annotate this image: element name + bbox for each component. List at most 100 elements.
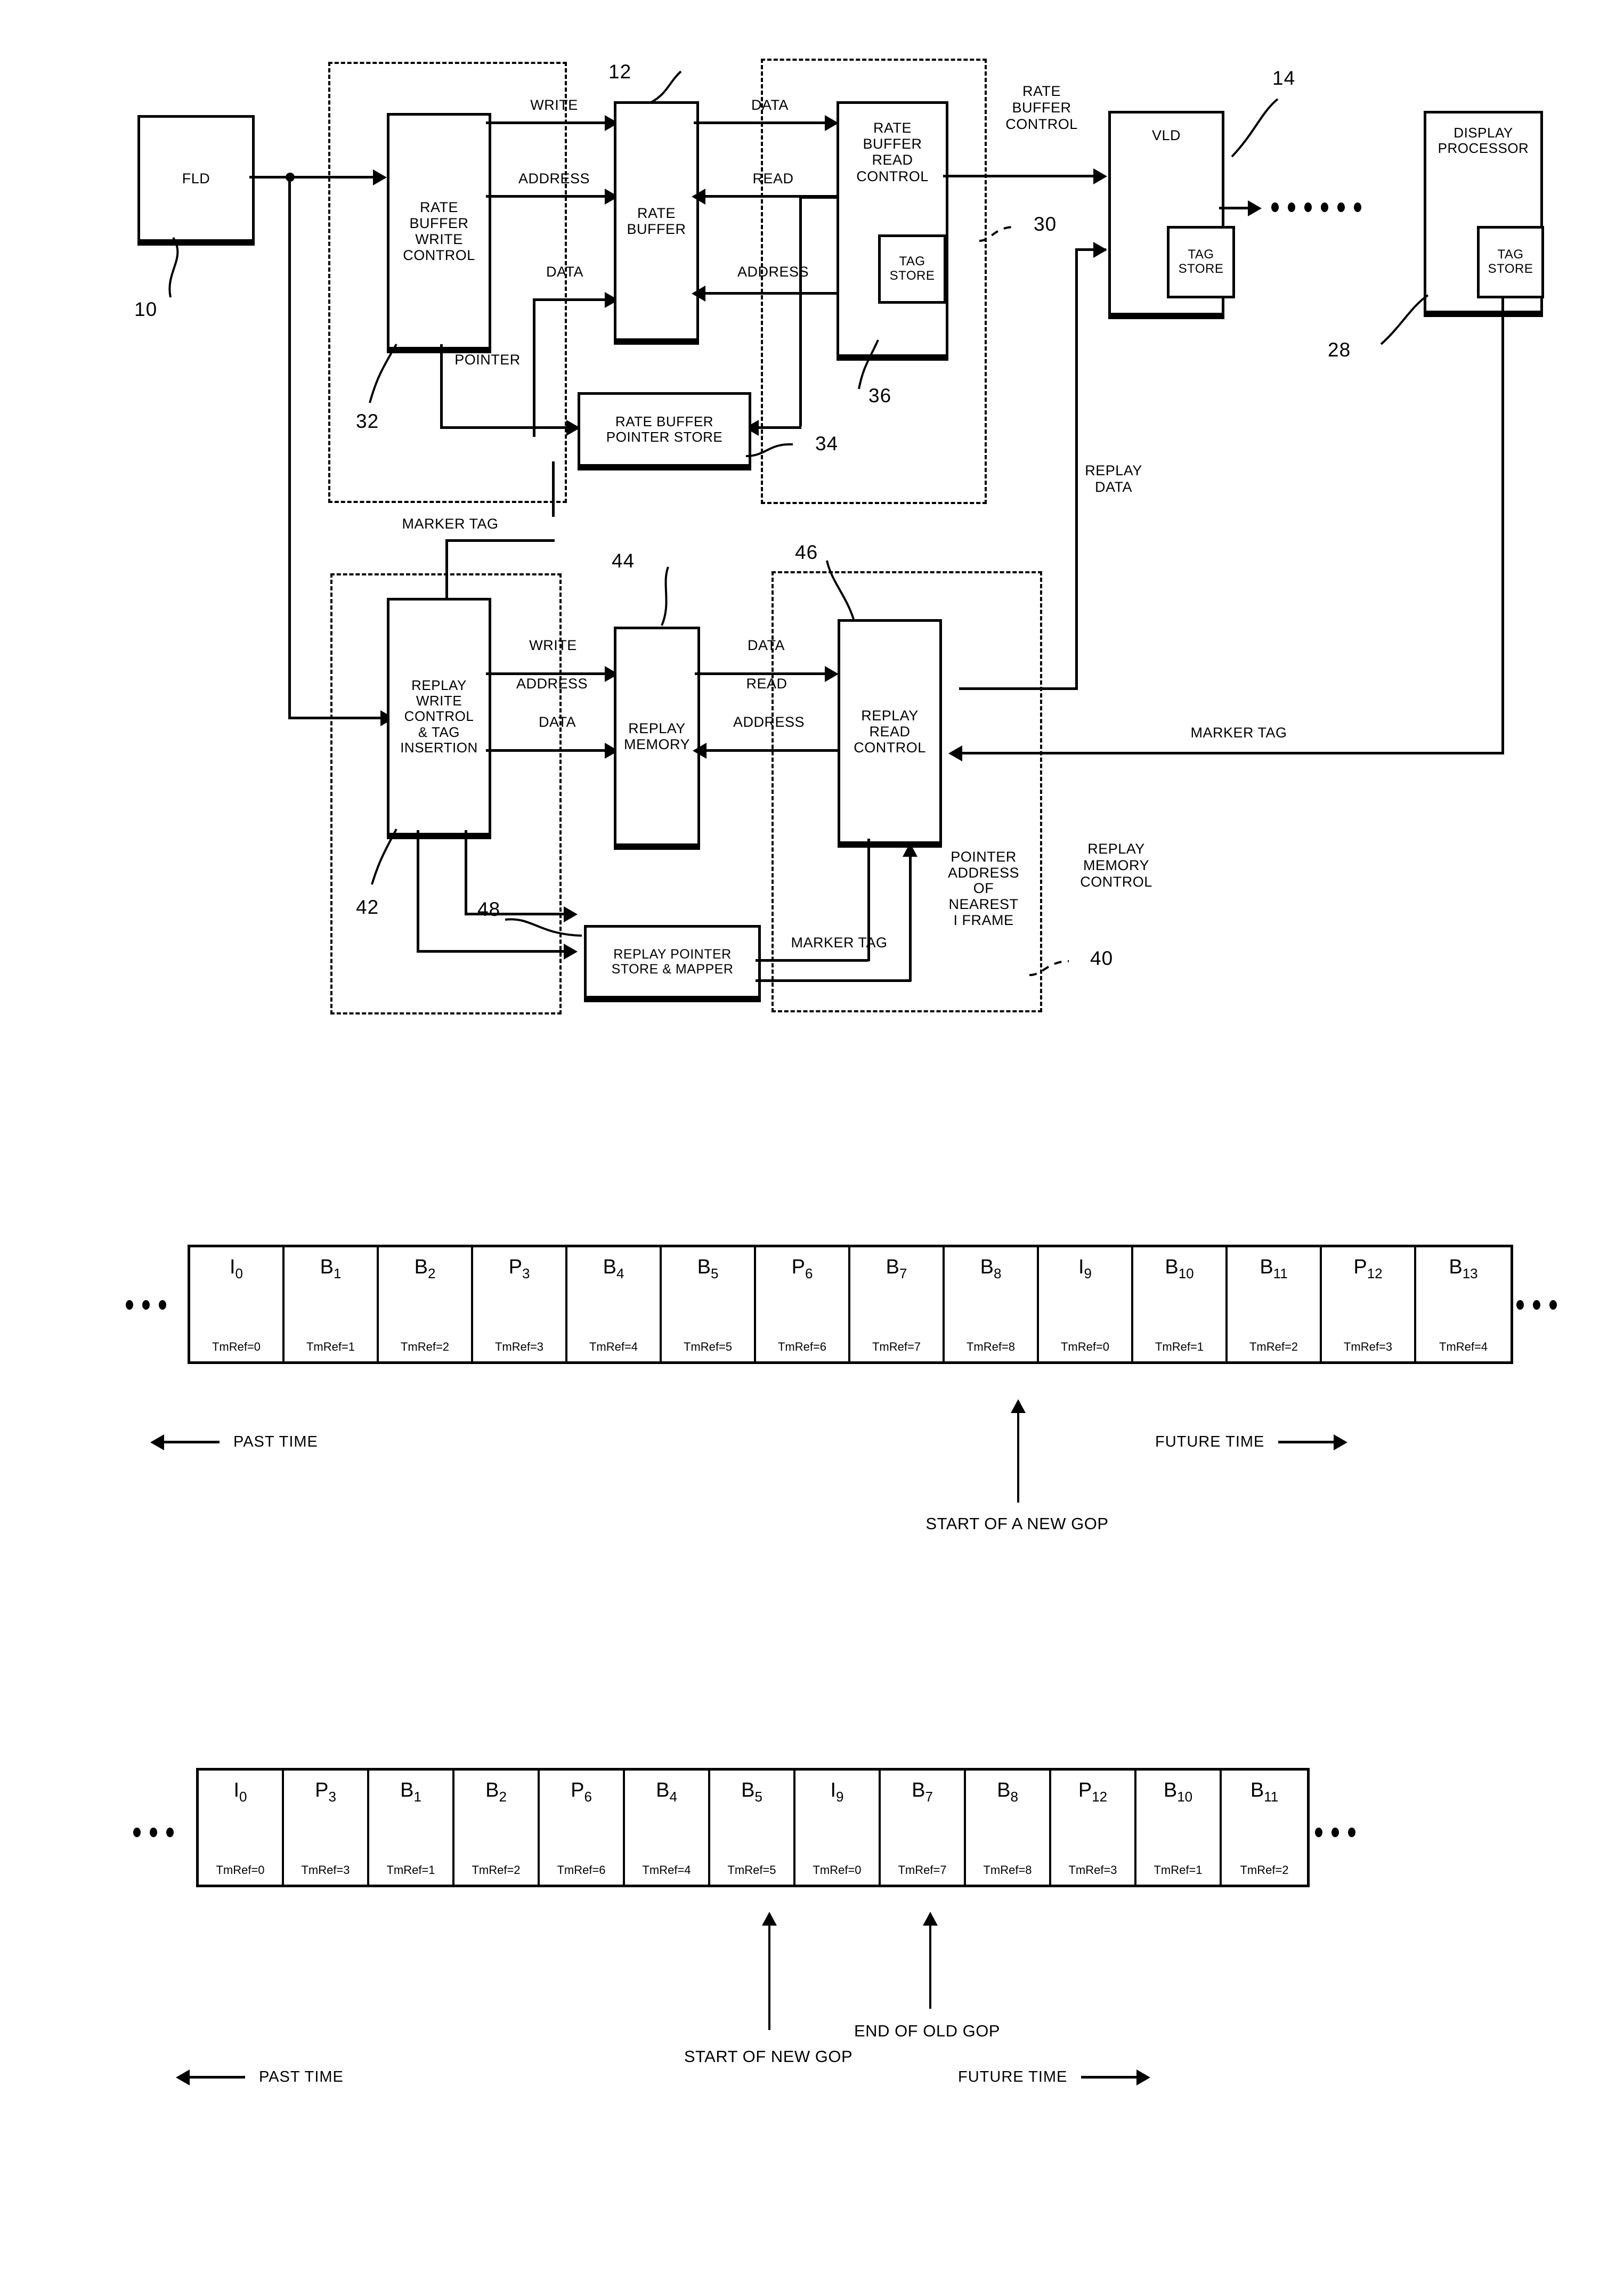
- gop-frame-type: P3: [508, 1256, 530, 1281]
- ref-numeral-14: 14: [1272, 67, 1296, 89]
- block-tag-store-rbrc-label: TAG STORE: [889, 254, 935, 283]
- block-replay-pointer-store[interactable]: REPLAY POINTER STORE & MAPPER: [584, 925, 761, 999]
- bus-ellipsis: [1271, 202, 1361, 212]
- gop-frame-time-reference: TmRef=6: [557, 1863, 606, 1877]
- ref-numeral-12: 12: [608, 61, 632, 83]
- future-time-arrowhead-right: [1334, 1434, 1348, 1450]
- gop-frame-cell: B7 TmRef=7: [881, 1771, 966, 1885]
- block-rate-buffer-write-control[interactable]: RATE BUFFER WRITE CONTROL: [387, 113, 491, 350]
- signal-marker-tag-upper: MARKER TAG: [402, 516, 499, 532]
- arrowhead-read-top: [692, 189, 705, 205]
- block-rate-buffer[interactable]: RATE BUFFER: [614, 101, 699, 341]
- gop-frame-time-reference: TmRef=3: [301, 1863, 350, 1877]
- wire-rwc-feed-b: [465, 830, 467, 915]
- arrowhead-address-rb-read: [692, 286, 705, 302]
- gop-frame-time-reference: TmRef=0: [813, 1863, 862, 1877]
- block-tag-store-vld[interactable]: TAG STORE: [1167, 226, 1235, 298]
- block-tag-store-display[interactable]: TAG STORE: [1477, 226, 1544, 298]
- block-replay-read-control-label: REPLAY READ CONTROL: [854, 707, 926, 756]
- gop-frame-cell: B7 TmRef=7: [850, 1247, 945, 1361]
- block-rate-buffer-pointer-store[interactable]: RATE BUFFER POINTER STORE: [578, 392, 751, 467]
- gop-frame-cell: I9 TmRef=0: [1039, 1247, 1133, 1361]
- arrowhead-rwc-feed-b: [564, 906, 578, 922]
- gop2-annotation-label-new-gop: START OF NEW GOP: [684, 2047, 853, 2066]
- wire-rbrc-to-pointer-store-v: [799, 196, 802, 426]
- signal-address-lower: ADDRESS: [516, 676, 588, 692]
- gop-frame-type: B11: [1250, 1779, 1279, 1805]
- gop-frame-cell: B5 TmRef=5: [662, 1247, 756, 1361]
- gop-frame-time-reference: TmRef=3: [494, 1340, 544, 1353]
- arrowhead-data-rm-out: [825, 666, 839, 682]
- signal-data-top-left: DATA: [546, 264, 583, 280]
- gop-frame-cell: B8 TmRef=8: [945, 1247, 1039, 1361]
- ref-numeral-44: 44: [612, 550, 635, 572]
- block-rate-buffer-read-control[interactable]: RATE BUFFER READ CONTROL: [837, 101, 948, 357]
- gop-frame-time-reference: TmRef=3: [1068, 1863, 1117, 1877]
- block-replay-memory[interactable]: REPLAY MEMORY: [614, 627, 700, 846]
- past-time-label-2: PAST TIME: [259, 2068, 344, 2085]
- leader-40: [1029, 960, 1069, 976]
- wire-data-lower: [486, 749, 614, 752]
- wire-marker-tag-up: [552, 461, 555, 517]
- gop-frame-cell: B11 TmRef=2: [1228, 1247, 1322, 1361]
- wire-vld-out: [1219, 207, 1252, 209]
- gop-frame-time-reference: TmRef=4: [642, 1863, 691, 1877]
- future-time-bar-2: [1081, 2076, 1137, 2079]
- gop-frame-type: B2: [485, 1779, 507, 1805]
- gop-frame-cell: B1 TmRef=1: [369, 1771, 454, 1885]
- block-replay-read-control[interactable]: REPLAY READ CONTROL: [838, 619, 942, 844]
- block-rate-buffer-read-control-label: RATE BUFFER READ CONTROL: [856, 120, 929, 184]
- signal-address-rr: ADDRESS: [733, 714, 805, 730]
- gop1-annotation-line: [1017, 1411, 1019, 1503]
- gop2-annotation-line-new-gop: [768, 1923, 770, 2030]
- block-replay-memory-label: REPLAY MEMORY: [623, 720, 690, 752]
- gop-frame-time-reference: TmRef=2: [1240, 1863, 1289, 1877]
- ref-numeral-10: 10: [134, 298, 158, 320]
- block-tag-store-rbrc[interactable]: TAG STORE: [878, 234, 946, 304]
- wire-rbrc-tap: [799, 196, 838, 199]
- gop-frame-time-reference: TmRef=2: [1249, 1340, 1298, 1353]
- arrowhead-to-rbwc: [373, 169, 387, 185]
- leader-10: [168, 237, 179, 298]
- block-replay-write-control[interactable]: REPLAY WRITE CONTROL & TAG INSERTION: [387, 598, 491, 835]
- gop-frame-type: B10: [1165, 1256, 1194, 1281]
- gop-frame-type: B13: [1449, 1256, 1478, 1281]
- block-display-processor-label: DISPLAY PROCESSOR: [1438, 125, 1529, 157]
- gop-frame-time-reference: TmRef=5: [727, 1863, 776, 1877]
- arrowhead-pointer-addr-up: [903, 843, 917, 857]
- gop-frame-type: B7: [886, 1256, 907, 1281]
- leader-48: [505, 918, 582, 937]
- gop2-past-time: PAST TIME: [176, 2068, 344, 2086]
- patent-figure-sheet: FLD 10 RATE BUFFER WRITE CONTROL 32 WRIT…: [0, 0, 1624, 2289]
- gop-frame-type: P6: [571, 1779, 592, 1805]
- wire-fld-to-replay: [288, 717, 389, 719]
- wire-marker-tag-upper-h: [445, 539, 555, 542]
- gop-frame-time-reference: TmRef=7: [898, 1863, 947, 1877]
- gop-frame-time-reference: TmRef=3: [1343, 1340, 1393, 1353]
- block-replay-pointer-store-label: REPLAY POINTER STORE & MAPPER: [611, 947, 734, 977]
- wire-data-top-left: [533, 298, 614, 301]
- gop-frame-cell: B1 TmRef=1: [285, 1247, 379, 1361]
- gop-frame-time-reference: TmRef=8: [966, 1340, 1016, 1353]
- arrowhead-replay-data-to-vld: [1093, 242, 1107, 258]
- leader-14: [1231, 98, 1279, 158]
- gop-frame-time-reference: TmRef=0: [212, 1340, 261, 1353]
- signal-read-lower: READ: [746, 676, 787, 692]
- gop-frame-time-reference: TmRef=1: [386, 1863, 435, 1877]
- wire-address-top: [486, 195, 614, 198]
- gop-frame-cell: P6 TmRef=6: [540, 1771, 625, 1885]
- gop-frame-type: B4: [656, 1779, 677, 1805]
- leader-44: [661, 566, 669, 626]
- signal-address-top: ADDRESS: [518, 171, 590, 186]
- past-time-label: PAST TIME: [233, 1433, 318, 1450]
- past-time-bar-2: [190, 2076, 245, 2079]
- gop-frame-time-reference: TmRef=2: [472, 1863, 521, 1877]
- leader-34: [745, 443, 793, 457]
- block-fld[interactable]: FLD: [137, 115, 255, 242]
- ref-numeral-46: 46: [795, 541, 818, 563]
- gop-frame-time-reference: TmRef=1: [1154, 1863, 1203, 1877]
- wire-replay-data-riser: [1075, 248, 1078, 689]
- ref-numeral-36: 36: [868, 385, 892, 407]
- wire-marker-tag-lower-h: [756, 959, 868, 962]
- wire-address-rb-read: [703, 292, 837, 295]
